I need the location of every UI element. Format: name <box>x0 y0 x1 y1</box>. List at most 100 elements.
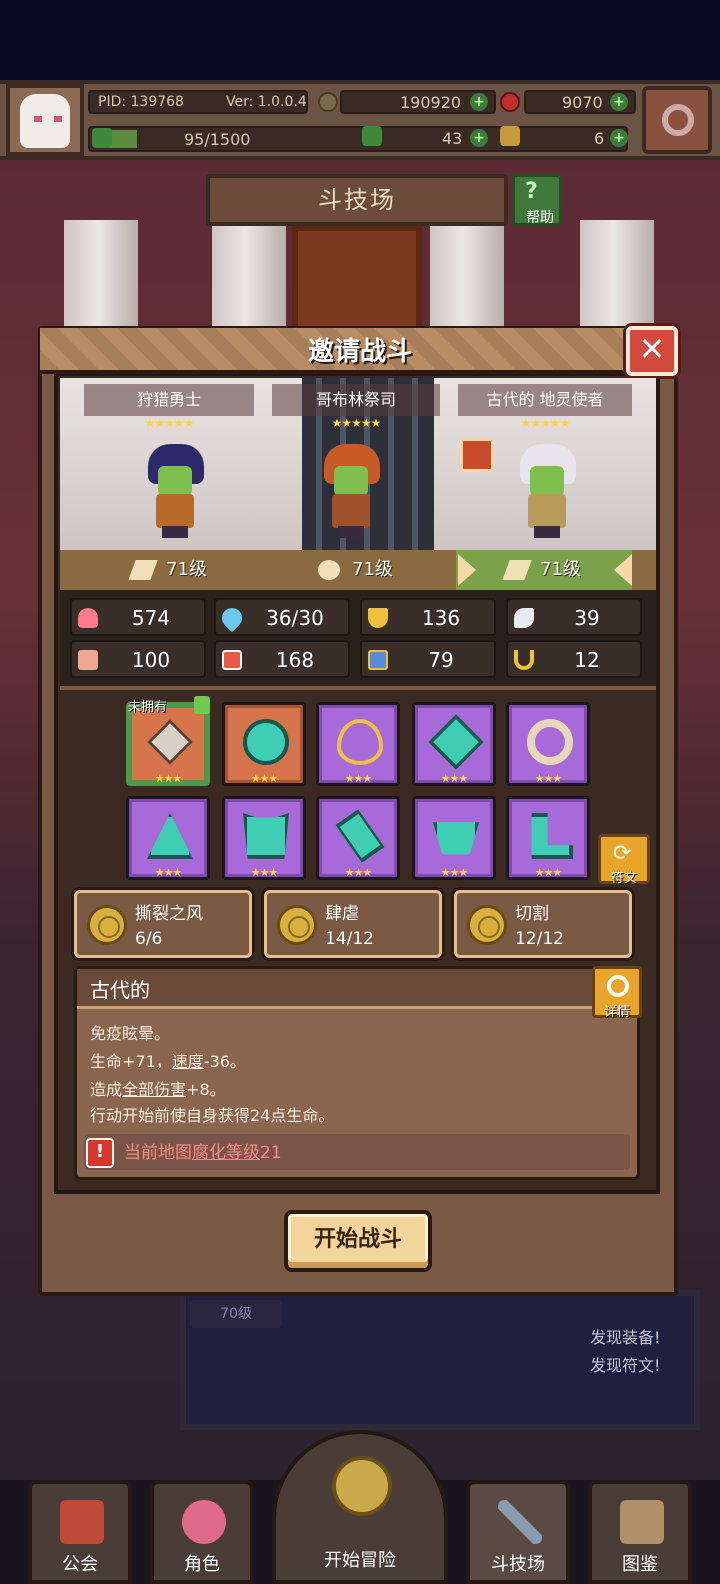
stat-speed: 39 <box>506 598 642 636</box>
hero-goblin-priest-sprite[interactable] <box>310 438 390 538</box>
divider <box>60 686 656 690</box>
book-icon <box>222 650 242 670</box>
close-button[interactable]: ✕ <box>626 326 678 376</box>
stat-magic-defense: 79 <box>360 640 496 678</box>
equip-stars: ★★★ <box>440 772 469 785</box>
clover-amount: 43 <box>442 129 463 148</box>
mask-class-icon <box>318 560 340 580</box>
magnifier-icon <box>607 975 629 997</box>
axe-icon <box>147 719 193 765</box>
equip-slot-belt[interactable]: ★★★ <box>412 796 496 880</box>
corruption-warning: 当前地图腐化等级21 <box>124 1143 282 1163</box>
equip-slot-bracer[interactable]: ★★★ <box>316 796 400 880</box>
equip-slot-amulet[interactable]: ★★★ <box>316 702 400 786</box>
add-gem-icon[interactable]: + <box>610 93 628 111</box>
equip-stars: ★★★ <box>154 772 183 785</box>
hat-icon <box>147 813 193 859</box>
armor-icon <box>243 813 289 859</box>
hero-stars-3: ★★★★★ <box>520 416 571 430</box>
hero-name-3: 古代的 地灵使者 <box>458 384 632 416</box>
background-level-tag: 70级 <box>190 1300 282 1328</box>
avatar-eye-left <box>34 116 42 122</box>
four-leaf-clover-icon <box>362 126 382 146</box>
codex-book-icon <box>620 1500 664 1544</box>
gear-icon <box>662 104 694 136</box>
stat-hp-value: 574 <box>131 606 171 630</box>
add-gold-icon[interactable]: + <box>470 93 488 111</box>
hero-badge-icon <box>460 438 494 472</box>
start-battle-button[interactable]: 开始战斗 <box>284 1210 432 1272</box>
speed-link[interactable]: 速度 <box>172 1052 204 1071</box>
hero-level-3: 71级 <box>540 559 581 580</box>
description-header <box>77 969 637 1009</box>
add-clover-icon[interactable]: + <box>470 129 488 147</box>
stat-attack-value: 100 <box>131 648 171 672</box>
description-line-3: 造成全部伤害+8。 <box>90 1080 226 1099</box>
skill-rampage[interactable]: 肆虐 14/12 <box>264 890 442 958</box>
skill-cut[interactable]: 切割 12/12 <box>454 890 632 958</box>
skill-tearing-wind[interactable]: 撕裂之风 6/6 <box>74 890 252 958</box>
wing-icon <box>514 608 534 628</box>
horseshoe-icon <box>514 650 534 670</box>
skill-coin-icon <box>467 905 507 945</box>
hero-stars-2: ★★★★★ <box>331 416 382 430</box>
equip-slot-ring[interactable]: ★★★ <box>506 702 590 786</box>
magic-shield-icon <box>368 650 388 670</box>
nav-character[interactable]: 角色 <box>150 1480 254 1584</box>
gold-amount: 190920 <box>400 93 462 112</box>
equip-slot-hat[interactable]: ★★★ <box>126 796 210 880</box>
all-damage-link[interactable]: 全部伤害 <box>122 1080 186 1099</box>
swap-icon: ⟳ <box>613 841 632 866</box>
nav-guild[interactable]: 公会 <box>28 1480 132 1584</box>
warning-icon: ! <box>86 1138 114 1168</box>
stat-magic-value: 168 <box>275 648 315 672</box>
key-icon <box>500 126 520 146</box>
skill-name: 撕裂之风 <box>135 904 203 924</box>
equip-stars: ★★★ <box>250 772 279 785</box>
character-icon <box>182 1500 226 1544</box>
exp-value: 95/1500 <box>184 130 251 149</box>
fist-icon <box>78 650 98 670</box>
settings-button[interactable] <box>642 86 712 154</box>
exp-bar <box>88 126 628 152</box>
stat-magic: 168 <box>214 640 350 678</box>
details-label: 详情 <box>603 1005 630 1020</box>
description-line-2: 生命+71，速度-36。 <box>90 1052 246 1071</box>
heart-amulet-icon <box>337 719 383 765</box>
hero-hunter-sprite[interactable] <box>134 438 214 538</box>
help-button[interactable]: ? 帮助 <box>512 174 562 226</box>
details-button[interactable]: 详情 <box>592 966 642 1020</box>
equip-slot-charm[interactable]: ★★★ <box>412 702 496 786</box>
equip-slot-armor[interactable]: ★★★ <box>222 796 306 880</box>
skill-name: 肆虐 <box>325 904 359 924</box>
equip-stars: ★★★ <box>154 866 183 879</box>
skill-count: 6/6 <box>135 929 163 949</box>
player-avatar[interactable] <box>6 84 84 156</box>
stat-mana-value: 36/30 <box>266 606 324 630</box>
nav-codex[interactable]: 图鉴 <box>588 1480 692 1584</box>
nav-codex-label: 图鉴 <box>622 1554 658 1575</box>
rune-button[interactable]: ⟳ 符文 <box>598 834 650 886</box>
nav-character-label: 角色 <box>184 1554 220 1575</box>
arena-title: 斗技场 <box>206 174 508 226</box>
stat-mana: 36/30 <box>214 598 350 636</box>
hero-earth-envoy-sprite[interactable] <box>506 438 586 538</box>
add-key-icon[interactable]: + <box>610 129 628 147</box>
find-equipment-text: 发现装备! <box>590 1328 661 1347</box>
heart-icon <box>78 608 98 628</box>
description-title: 古代的 <box>90 978 150 1002</box>
stat-luck-value: 12 <box>574 648 600 672</box>
stat-speed-value: 39 <box>574 606 600 630</box>
stat-magic-defense-value: 79 <box>428 648 454 672</box>
nav-guild-label: 公会 <box>62 1554 98 1575</box>
equip-slot-boots[interactable]: ★★★ <box>506 796 590 880</box>
hero-name-1: 狩猎勇士 <box>84 384 254 416</box>
stat-attack: 100 <box>70 640 206 678</box>
equip-slot-orb[interactable]: ★★★ <box>222 702 306 786</box>
nav-arena[interactable]: 斗技场 <box>466 1480 570 1584</box>
corruption-level-link[interactable]: 腐化等级 <box>192 1143 260 1163</box>
description-line-1: 免疫眩晕。 <box>90 1024 171 1043</box>
stat-defense: 136 <box>360 598 496 636</box>
thumbs-up-icon <box>194 696 210 714</box>
stat-hp: 574 <box>70 598 206 636</box>
